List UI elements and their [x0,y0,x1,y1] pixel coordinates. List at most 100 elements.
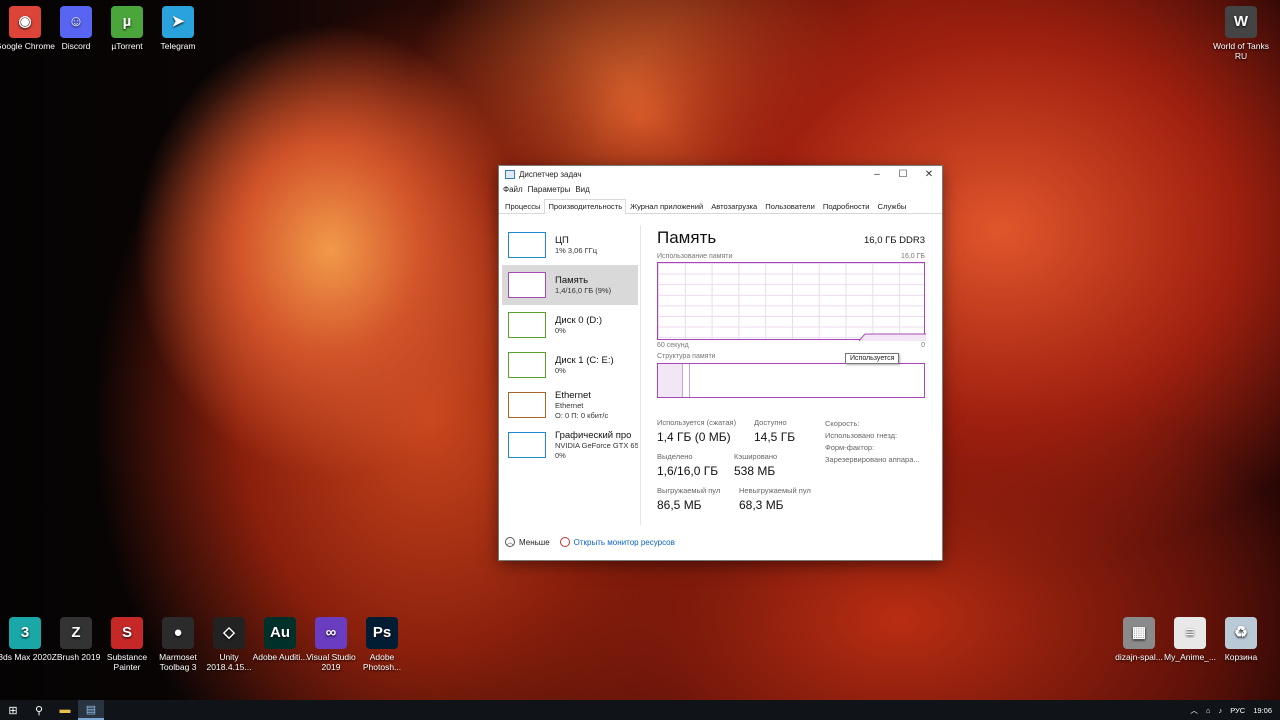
desktop-icon-label: Корзина [1224,652,1258,662]
resource-item[interactable]: Ethernet Ethernet О: 0 П: 0 кбит/с [502,385,638,425]
fewer-details-button[interactable]: Меньше [519,538,550,547]
desktop-icon[interactable]: ♻ Корзина [1211,617,1271,662]
resource-name: Диск 1 (C: E:) [555,354,614,366]
pane-divider[interactable] [640,225,641,525]
resource-thumbnail [508,272,546,298]
search-icon[interactable]: ⚲ [26,700,52,720]
menu-view[interactable]: Вид [575,183,594,196]
slots-label: Использовано гнезд: [825,431,898,440]
language-indicator[interactable]: РУС [1230,706,1245,715]
window-title: Диспетчер задач [519,170,582,179]
paged-pool-value: 86,5 МБ [657,498,702,512]
resource-detail: 0% [555,325,566,335]
resource-name: Графический про [555,429,632,441]
resource-item[interactable]: ЦП 1% 3,06 ГГц [502,225,638,265]
telegram-icon: ➤ [162,6,194,38]
discord-icon: ☺ [60,6,92,38]
resource-name: Память [555,274,589,286]
tab-app-history[interactable]: Журнал приложений [626,199,707,213]
desktop-icon[interactable]: ➤ Telegram [148,6,208,51]
resource-detail-2: 0% [555,450,566,460]
menu-options[interactable]: Параметры [528,183,576,196]
desktop-icon[interactable]: W World of Tanks RU [1211,6,1271,61]
taskbar: ⊞ ⚲ ▬ ▤ ︿ ⌂ ♪ РУС 19:06 [0,700,1280,720]
resource-thumbnail [508,392,546,418]
resource-detail: 1% 3,06 ГГц [555,245,598,255]
minimize-button[interactable]: – [864,166,890,183]
desktop-icon-label: World of Tanks RU [1213,41,1269,61]
start-button[interactable]: ⊞ [0,700,26,720]
chevron-up-icon[interactable]: ︿ [505,537,515,547]
menu-file[interactable]: Файл [503,183,528,196]
nonpaged-pool-value: 68,3 МБ [739,498,784,512]
memory-structure-bar[interactable] [657,363,925,398]
usage-label: Использование памяти [657,253,733,260]
resource-list: ЦП 1% 3,06 ГГц Память 1,4/16,0 ГБ (9%) Диск … [502,225,638,525]
task-manager-taskbar-icon[interactable]: ▤ [78,700,104,720]
tray-chevron-icon[interactable]: ︿ [1190,705,1198,716]
file-explorer-icon[interactable]: ▬ [52,700,78,720]
cached-value: 538 МБ [734,464,776,478]
memory-usage-area [859,333,926,341]
reserved-label: Зарезервировано аппара... [825,455,920,464]
clock[interactable]: 19:06 [1253,706,1272,715]
tab-performance[interactable]: Производительность [544,199,627,214]
time-label: 60 секунд [657,342,689,349]
marmoset-icon: ● [162,617,194,649]
task-manager-icon [505,170,515,179]
available-label: Доступно [754,418,787,427]
structure-tooltip: Используется [845,353,900,364]
committed-value: 1,6/16,0 ГБ [657,464,719,478]
task-manager-window: Диспетчер задач – ☐ ✕ Файл Параметры Вид… [499,166,942,560]
resource-item[interactable]: Графический про NVIDIA GeForce GTX 650 0% [502,425,638,465]
close-button[interactable]: ✕ [916,166,942,183]
document-icon: ≡ [1174,617,1206,649]
structure-label: Структура памяти [657,353,716,360]
visual-studio-icon: ∞ [315,617,347,649]
resource-thumbnail [508,312,546,338]
resource-detail: 0% [555,365,566,375]
open-resource-monitor-link[interactable]: Открыть монитор ресурсов [574,538,675,547]
tab-details[interactable]: Подробности [819,199,874,213]
in-use-value: 1,4 ГБ (0 МБ) [657,430,731,444]
system-tray: ︿ ⌂ ♪ РУС 19:06 [1182,700,1272,720]
memory-usage-graph [657,262,926,341]
usage-max: 16,0 ГБ [901,253,925,260]
tab-startup[interactable]: Автозагрузка [707,199,761,213]
tab-services[interactable]: Службы [874,199,911,213]
desktop-icon[interactable]: Ps Adobe Photosh... [352,617,412,672]
title-bar[interactable]: Диспетчер задач – ☐ ✕ [499,166,942,183]
volume-icon[interactable]: ♪ [1218,706,1222,715]
time-min: 0 [921,342,925,349]
resource-item[interactable]: Диск 1 (C: E:) 0% [502,345,638,385]
menu-bar: Файл Параметры Вид [499,183,942,196]
zbrush-icon: Z [60,617,92,649]
desktop-icon-label: Adobe Photosh... [362,652,402,672]
maximize-button[interactable]: ☐ [890,166,916,183]
resource-name: Ethernet [555,389,591,401]
network-icon[interactable]: ⌂ [1206,706,1211,715]
tab-processes[interactable]: Процессы [501,199,544,213]
utorrent-icon: µ [111,6,143,38]
resource-thumbnail [508,352,546,378]
structure-modified [683,364,690,397]
resource-thumbnail [508,232,546,258]
form-factor-label: Форм-фактор: [825,443,875,452]
photoshop-icon: Ps [366,617,398,649]
image-file-icon: ▦ [1123,617,1155,649]
resource-detail-2: О: 0 П: 0 кбит/с [555,410,609,420]
resource-item[interactable]: Память 1,4/16,0 ГБ (9%) [502,265,638,305]
3ds-max-icon: 3 [9,617,41,649]
memory-title: Память [657,228,717,247]
memory-panel: Память 16,0 ГБ DDR3 Использование памяти… [657,228,926,398]
resource-detail: 1,4/16,0 ГБ (9%) [555,285,612,295]
tab-strip: Процессы Производительность Журнал прило… [499,199,942,214]
unity-icon: ◇ [213,617,245,649]
resource-item[interactable]: Диск 0 (D:) 0% [502,305,638,345]
resource-name: Диск 0 (D:) [555,314,603,326]
structure-in-use [658,364,683,397]
substance-painter-icon: S [111,617,143,649]
chrome-icon: ◉ [9,6,41,38]
resource-thumbnail [508,432,546,458]
tab-users[interactable]: Пользователи [761,199,819,213]
